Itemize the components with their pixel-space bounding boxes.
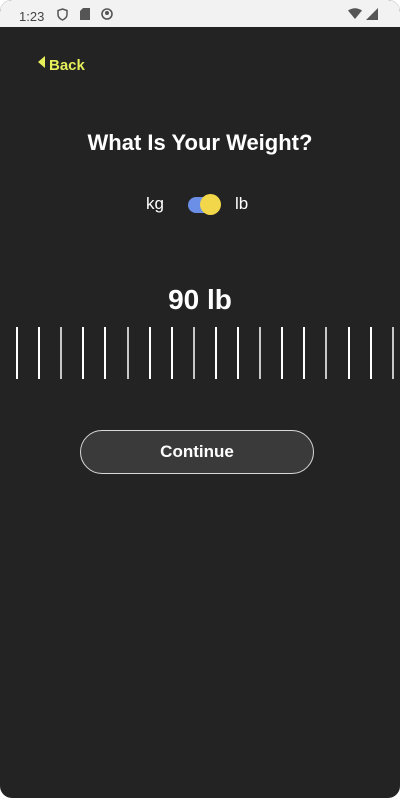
continue-button[interactable]: Continue — [80, 430, 314, 474]
back-button[interactable]: Back — [38, 55, 85, 74]
ruler-tick — [325, 327, 327, 379]
ruler-tick — [392, 327, 394, 379]
back-label: Back — [49, 57, 85, 74]
ruler-tick — [149, 327, 151, 379]
ruler-tick — [171, 327, 173, 379]
ruler-tick — [237, 327, 239, 379]
ruler-tick — [38, 327, 40, 379]
toggle-knob — [200, 194, 221, 215]
ruler-tick — [303, 327, 305, 379]
ruler-tick — [370, 327, 372, 379]
status-time: 1:23 — [19, 9, 45, 24]
unit-toggle[interactable] — [188, 194, 221, 215]
cellular-signal-icon — [366, 8, 378, 23]
ruler-tick — [193, 327, 195, 379]
ruler-tick — [127, 327, 129, 379]
back-arrow-icon — [38, 55, 45, 68]
unit-kg-label[interactable]: kg — [146, 194, 164, 214]
ruler-tick — [60, 327, 62, 379]
phone-screen: 1:23 Back What Is Your Weight? kg lb 90 … — [0, 0, 400, 798]
status-bar: 1:23 — [0, 0, 400, 27]
status-right-group — [348, 8, 378, 23]
unit-selector: kg lb — [0, 193, 400, 217]
weight-value: 90 lb — [168, 284, 232, 315]
ruler-tick — [82, 327, 84, 379]
ruler-tick — [104, 327, 106, 379]
ruler-tick — [281, 327, 283, 379]
ruler-tick — [259, 327, 261, 379]
ruler-tick — [215, 327, 217, 379]
page-title: What Is Your Weight? — [87, 130, 313, 155]
unit-lb-label[interactable]: lb — [235, 194, 248, 214]
ruler-tick — [348, 327, 350, 379]
sd-card-icon — [80, 8, 90, 23]
ruler-tick — [16, 327, 18, 379]
wifi-icon — [348, 8, 362, 23]
shield-icon — [57, 8, 68, 24]
notification-icon — [101, 8, 113, 23]
weight-ruler-slider[interactable] — [0, 327, 400, 381]
